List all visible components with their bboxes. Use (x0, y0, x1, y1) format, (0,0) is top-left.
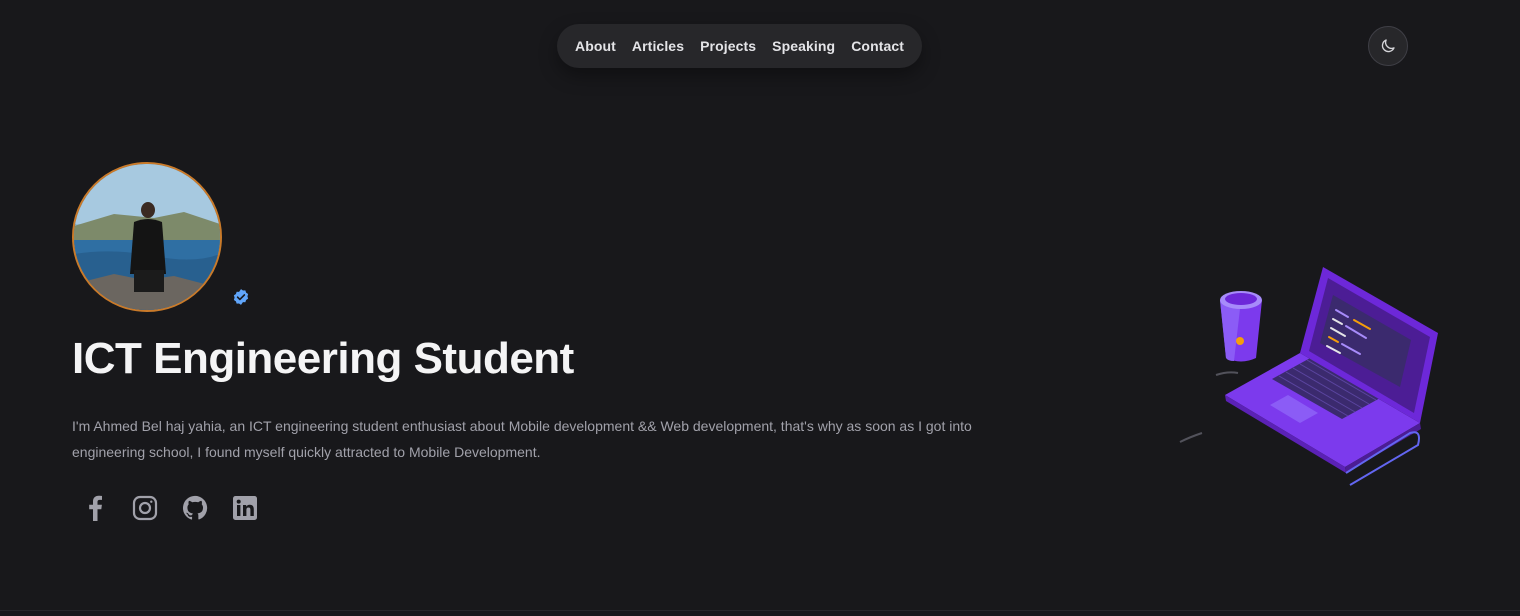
nav-contact[interactable]: Contact (851, 38, 904, 54)
social-links (82, 494, 258, 522)
main-nav: About Articles Projects Speaking Contact (557, 24, 922, 68)
facebook-link[interactable] (82, 494, 108, 522)
nav-projects[interactable]: Projects (700, 38, 756, 54)
nav-about[interactable]: About (575, 38, 616, 54)
laptop-illustration (1179, 267, 1438, 486)
verified-badge-icon (233, 289, 249, 305)
hero-title: ICT Engineering Student (72, 334, 574, 383)
avatar (72, 162, 222, 312)
theme-toggle-button[interactable] (1368, 26, 1408, 66)
footer-divider (0, 610, 1520, 611)
github-link[interactable] (182, 494, 208, 522)
instagram-icon (132, 495, 158, 521)
instagram-link[interactable] (132, 494, 158, 522)
cup-icon (1215, 291, 1262, 376)
nav-articles[interactable]: Articles (632, 38, 684, 54)
moon-icon (1381, 39, 1395, 53)
linkedin-link[interactable] (232, 494, 258, 522)
facebook-icon (89, 495, 102, 521)
linkedin-icon (233, 496, 257, 520)
github-icon (182, 495, 208, 520)
hero-bio: I'm Ahmed Bel haj yahia, an ICT engineer… (72, 418, 972, 460)
nav-speaking[interactable]: Speaking (772, 38, 835, 54)
